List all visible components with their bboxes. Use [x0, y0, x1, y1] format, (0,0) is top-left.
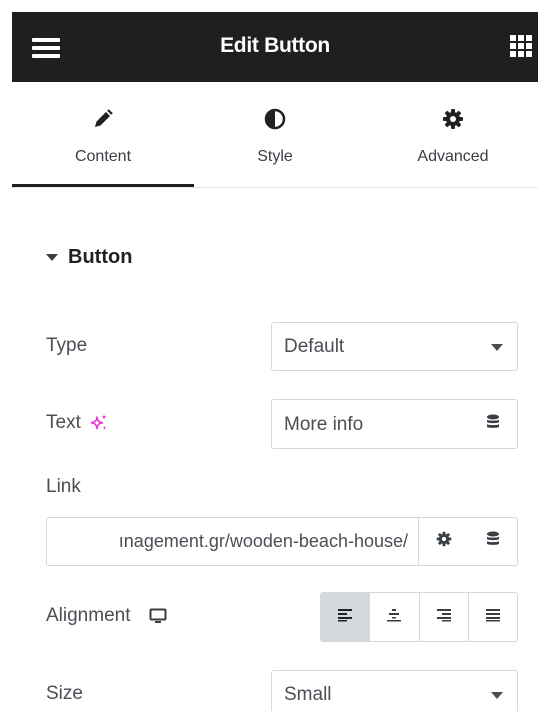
gear-icon [436, 531, 452, 552]
tab-style[interactable]: Style [185, 82, 365, 186]
tab-content-label: Content [74, 148, 132, 165]
type-select-value: Default [284, 336, 345, 357]
alignment-label-row: Alignment [46, 605, 167, 627]
caret-down-icon [46, 254, 58, 261]
half-circle-icon [185, 108, 365, 132]
database-icon [486, 531, 500, 552]
alignment-control [320, 592, 518, 642]
link-input[interactable]: ınagement.gr/wooden-beach-house/ [46, 517, 419, 566]
tab-advanced[interactable]: Advanced [363, 82, 538, 186]
tab-advanced-label: Advanced [417, 148, 489, 165]
align-right-button[interactable] [420, 593, 469, 641]
align-justify-icon [485, 608, 501, 627]
text-dynamic-tags-button[interactable] [468, 399, 518, 449]
section-title: Button [68, 246, 133, 268]
text-input-value: More info [284, 414, 364, 435]
text-input[interactable]: More info [271, 399, 469, 449]
chevron-down-icon [491, 692, 503, 699]
chevron-down-icon [491, 344, 503, 351]
size-select-value: Small [284, 684, 332, 705]
sparkle-ai-icon[interactable] [89, 413, 109, 433]
size-label: Size [46, 683, 83, 704]
link-dynamic-tags-button[interactable] [468, 517, 518, 566]
panel-title: Edit Button [220, 34, 330, 57]
editor-header: Edit Button [12, 12, 538, 82]
link-input-value: ınagement.gr/wooden-beach-house/ [118, 531, 408, 551]
panel-tabs: Content Style Advanced [12, 82, 538, 188]
section-toggle-button[interactable]: Button [46, 246, 132, 269]
database-icon [486, 414, 500, 435]
alignment-label: Alignment [46, 605, 131, 626]
align-justify-button[interactable] [469, 593, 517, 641]
align-center-button[interactable] [370, 593, 420, 641]
align-left-icon [337, 608, 353, 627]
size-select[interactable]: Small [271, 670, 518, 711]
link-options-button[interactable] [419, 517, 469, 566]
gear-icon [363, 108, 538, 132]
link-label: Link [46, 476, 81, 497]
align-center-icon [386, 608, 402, 627]
text-label: Text [46, 412, 81, 433]
tab-content[interactable]: Content [12, 82, 194, 186]
text-label-row: Text [46, 412, 109, 434]
grid-apps-icon[interactable] [510, 35, 532, 57]
active-tab-indicator [12, 184, 194, 187]
align-left-button[interactable] [321, 593, 371, 641]
type-label: Type [46, 335, 88, 356]
tab-style-label: Style [257, 148, 293, 165]
desktop-monitor-icon[interactable] [149, 608, 167, 624]
type-select[interactable]: Default [271, 322, 518, 371]
align-right-icon [436, 608, 452, 627]
pencil-icon [12, 108, 194, 132]
